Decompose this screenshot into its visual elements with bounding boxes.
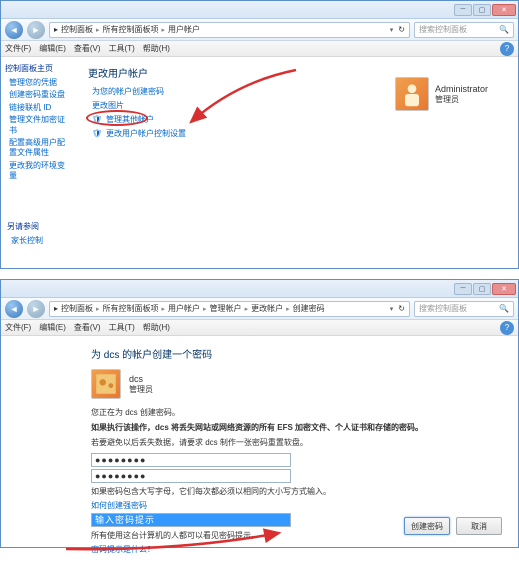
- sidebar-item[interactable]: 更改我的环境变量: [9, 161, 72, 182]
- breadcrumb[interactable]: 用户帐户: [168, 24, 200, 35]
- chevron-right-icon: ▸: [162, 26, 166, 34]
- menu-edit[interactable]: 编辑(E): [39, 322, 66, 333]
- create-password-button[interactable]: 创建密码: [404, 517, 450, 535]
- desc-text: 您正在为 dcs 创建密码。: [91, 407, 502, 418]
- link-manage-accounts[interactable]: 管理其他帐户: [92, 114, 506, 125]
- sidebar-seealso-heading: 另请参阅: [7, 221, 43, 232]
- minimize-button[interactable]: ─: [454, 283, 472, 295]
- cancel-button[interactable]: 取消: [456, 517, 502, 535]
- menu-help[interactable]: 帮助(H): [143, 43, 170, 54]
- menu-bar: 文件(F) 编辑(E) 查看(V) 工具(T) 帮助(H) ?: [1, 41, 518, 57]
- back-button[interactable]: ◄: [5, 300, 23, 318]
- desc-warning: 如果执行该操作，dcs 将丢失网站或网络资源的所有 EFS 加密文件、个人证书和…: [91, 422, 502, 433]
- window-titlebar: ─ ▢ ✕: [1, 280, 518, 298]
- menu-view[interactable]: 查看(V): [74, 322, 101, 333]
- sidebar-seealso-item[interactable]: 家长控制: [11, 236, 43, 246]
- maximize-button[interactable]: ▢: [473, 4, 491, 16]
- forward-button[interactable]: ►: [27, 21, 45, 39]
- shield-icon: [92, 129, 102, 139]
- maximize-button[interactable]: ▢: [473, 283, 491, 295]
- breadcrumb[interactable]: 管理帐户: [210, 303, 242, 314]
- user-role: 管理员: [129, 384, 153, 395]
- search-icon: 🔍: [499, 304, 509, 313]
- link-change-uac[interactable]: 更改用户帐户控制设置: [92, 128, 506, 139]
- breadcrumb-icon: ▸: [54, 304, 58, 313]
- sidebar: 控制面板主页 管理您的凭据 创建密码重设盘 链接联机 ID 管理文件加密证书 配…: [1, 57, 76, 268]
- back-button[interactable]: ◄: [5, 21, 23, 39]
- account-tile[interactable]: Administrator 管理员: [395, 77, 488, 111]
- window-titlebar: ─ ▢ ✕: [1, 1, 518, 19]
- addr-dropdown-icon[interactable]: ▾: [388, 305, 396, 313]
- menu-file[interactable]: 文件(F): [5, 43, 31, 54]
- menu-help[interactable]: 帮助(H): [143, 322, 170, 333]
- help-icon[interactable]: ?: [500, 321, 514, 335]
- breadcrumb-icon: ▸: [54, 25, 58, 34]
- menu-view[interactable]: 查看(V): [74, 43, 101, 54]
- close-button[interactable]: ✕: [492, 283, 516, 295]
- password-confirm-input[interactable]: ●●●●●●●●: [91, 469, 291, 483]
- sidebar-item[interactable]: 链接联机 ID: [9, 103, 72, 113]
- refresh-icon[interactable]: ↻: [398, 304, 405, 313]
- avatar: [395, 77, 429, 111]
- user-name: dcs: [129, 374, 153, 384]
- desc-text: 若要避免以后丢失数据，请要求 dcs 制作一张密码重置软盘。: [91, 437, 502, 448]
- avatar: [91, 369, 121, 399]
- forward-button[interactable]: ►: [27, 300, 45, 318]
- hint-text: 如果密码包含大写字母，它们每次都必须以相同的大小写方式输入。: [91, 486, 502, 497]
- password-hint-input[interactable]: 输入密码提示: [91, 513, 291, 527]
- menu-tools[interactable]: 工具(T): [109, 43, 135, 54]
- link-strong-password[interactable]: 如何创建强密码: [91, 500, 502, 511]
- minimize-button[interactable]: ─: [454, 4, 472, 16]
- address-bar[interactable]: ▸ 控制面板 ▸ 所有控制面板项 ▸ 用户帐户 ▾ ↻: [49, 22, 410, 38]
- user-tile: dcs 管理员: [91, 369, 502, 399]
- sidebar-item[interactable]: 管理您的凭据: [9, 78, 72, 88]
- breadcrumb[interactable]: 控制面板: [61, 303, 93, 314]
- search-icon: 🔍: [499, 25, 509, 34]
- breadcrumb[interactable]: 控制面板: [61, 24, 93, 35]
- breadcrumb[interactable]: 更改帐户: [251, 303, 283, 314]
- breadcrumb[interactable]: 用户帐户: [168, 303, 200, 314]
- breadcrumb[interactable]: 所有控制面板项: [103, 24, 159, 35]
- account-name: Administrator: [435, 84, 488, 94]
- chevron-right-icon: ▸: [96, 26, 100, 34]
- close-button[interactable]: ✕: [492, 4, 516, 16]
- password-input[interactable]: ●●●●●●●●: [91, 453, 291, 467]
- sidebar-item[interactable]: 管理文件加密证书: [9, 115, 72, 136]
- address-row: ◄ ► ▸ 控制面板 ▸ 所有控制面板项 ▸ 用户帐户 ▾ ↻ 搜索控制面板 🔍: [1, 19, 518, 41]
- breadcrumb[interactable]: 所有控制面板项: [103, 303, 159, 314]
- search-input[interactable]: 搜索控制面板 🔍: [414, 22, 514, 38]
- sidebar-item[interactable]: 创建密码重设盘: [9, 90, 72, 100]
- sidebar-heading[interactable]: 控制面板主页: [5, 63, 72, 74]
- search-placeholder: 搜索控制面板: [419, 303, 467, 314]
- search-placeholder: 搜索控制面板: [419, 24, 467, 35]
- sidebar-item[interactable]: 配置高级用户配置文件属性: [9, 138, 72, 159]
- shield-icon: [92, 115, 102, 125]
- help-icon[interactable]: ?: [500, 42, 514, 56]
- address-bar[interactable]: ▸ 控制面板▸ 所有控制面板项▸ 用户帐户▸ 管理帐户▸ 更改帐户▸ 创建密码 …: [49, 301, 410, 317]
- menu-tools[interactable]: 工具(T): [109, 322, 135, 333]
- link-what-is-hint[interactable]: 密码提示是什么？: [91, 544, 502, 555]
- menu-bar: 文件(F) 编辑(E) 查看(V) 工具(T) 帮助(H) ?: [1, 320, 518, 336]
- menu-edit[interactable]: 编辑(E): [39, 43, 66, 54]
- address-row: ◄ ► ▸ 控制面板▸ 所有控制面板项▸ 用户帐户▸ 管理帐户▸ 更改帐户▸ 创…: [1, 298, 518, 320]
- menu-file[interactable]: 文件(F): [5, 322, 31, 333]
- addr-dropdown-icon[interactable]: ▾: [388, 26, 396, 34]
- search-input[interactable]: 搜索控制面板 🔍: [414, 301, 514, 317]
- breadcrumb[interactable]: 创建密码: [293, 303, 325, 314]
- refresh-icon[interactable]: ↻: [398, 25, 405, 34]
- account-role: 管理员: [435, 94, 488, 105]
- page-title: 为 dcs 的帐户创建一个密码: [91, 346, 502, 361]
